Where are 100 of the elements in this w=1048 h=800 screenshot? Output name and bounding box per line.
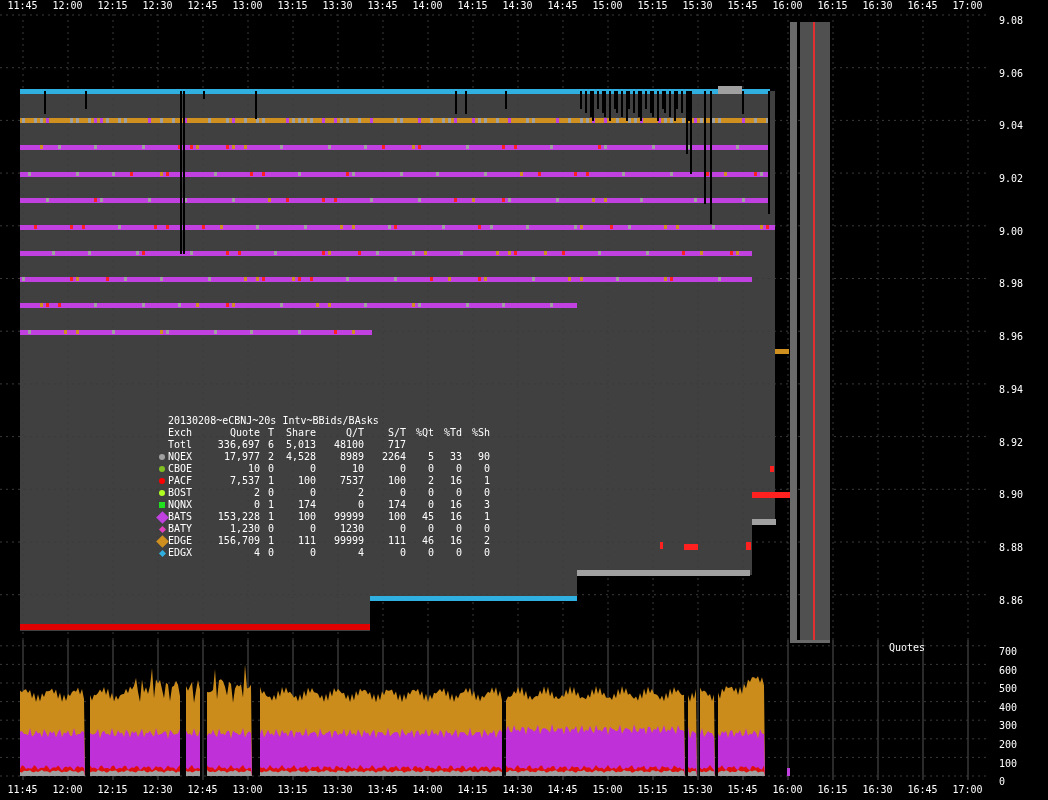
quotes-axis-title: Quotes xyxy=(888,642,925,654)
exchange-name: Totl xyxy=(168,439,194,451)
price-axis-label: 8.90 xyxy=(999,489,1024,501)
legend-value: 0 xyxy=(308,463,316,475)
legend-value: 0 xyxy=(482,487,490,499)
legend-value: 100 xyxy=(386,511,406,523)
quote-axis-label: 200 xyxy=(999,738,1018,750)
legend-value: 0 xyxy=(454,463,462,475)
legend-value: 2 xyxy=(252,487,260,499)
time-axis-label: 16:00 xyxy=(772,784,803,796)
legend-value: 0 xyxy=(482,523,490,535)
legend-value: 0 xyxy=(398,523,406,535)
legend-value: 10 xyxy=(246,463,260,475)
time-axis-label: 17:00 xyxy=(952,784,983,796)
legend-title: 20130208~eCBNJ~20s Intv~BBids/BAsks xyxy=(168,415,380,427)
legend-value: 0 xyxy=(266,487,274,499)
exchange-name: EDGX xyxy=(168,547,194,559)
legend-value: 17,977 xyxy=(222,451,260,463)
legend-value: 336,697 xyxy=(216,439,260,451)
legend-value: 0 xyxy=(426,499,434,511)
legend-value: 0 xyxy=(308,547,316,559)
quote-axis-label: 300 xyxy=(999,720,1018,732)
legend-value: 0 xyxy=(356,499,364,511)
legend-value: 0 xyxy=(252,499,260,511)
legend-value: 0 xyxy=(426,487,434,499)
price-axis-label: 8.88 xyxy=(999,541,1024,553)
legend-column-header: S/T xyxy=(386,427,406,439)
legend-value: 100 xyxy=(296,475,316,487)
quote-axis-label: 700 xyxy=(999,646,1018,657)
legend-value: 6 xyxy=(266,439,274,451)
legend-column-header: Share xyxy=(284,427,316,439)
time-axis-label: 13:45 xyxy=(367,784,398,796)
time-axis-label: 12:30 xyxy=(142,0,173,12)
legend-value: 717 xyxy=(386,439,406,451)
time-axis-label: 12:00 xyxy=(52,0,83,12)
exchange-name: NQNX xyxy=(168,499,194,511)
time-axis-label: 11:45 xyxy=(7,0,38,12)
time-axis-label: 12:00 xyxy=(52,784,83,796)
legend-value: 10 xyxy=(350,463,364,475)
legend-value: 7,537 xyxy=(228,475,260,487)
legend-column-header: %Sh xyxy=(470,427,490,439)
quote-axis-label: 400 xyxy=(999,701,1018,713)
legend-value: 16 xyxy=(448,475,462,487)
exchange-name: CBOE xyxy=(168,463,194,475)
legend-value: 45 xyxy=(420,511,434,523)
time-axis-label: 15:45 xyxy=(727,784,758,796)
legend-value: 156,709 xyxy=(216,535,260,547)
time-axis-label: 16:00 xyxy=(772,0,803,12)
legend-value: 1 xyxy=(266,475,274,487)
legend-value: 3 xyxy=(482,499,490,511)
price-axis-label: 8.92 xyxy=(999,436,1024,448)
time-axis-label: 13:45 xyxy=(367,0,398,12)
quote-axis-label: 500 xyxy=(999,683,1018,695)
time-axis-label: 12:30 xyxy=(142,784,173,796)
legend-value: 16 xyxy=(448,511,462,523)
price-axis-label: 9.02 xyxy=(999,173,1024,185)
legend-value: 5 xyxy=(426,451,434,463)
time-axis-label: 16:15 xyxy=(817,784,848,796)
quote-axis-label: 0 xyxy=(999,776,1006,788)
legend-value: 33 xyxy=(448,451,462,463)
legend-value: 2264 xyxy=(380,451,406,463)
legend-value: 46 xyxy=(420,535,434,547)
legend-value: 100 xyxy=(296,511,316,523)
time-axis-label: 13:30 xyxy=(322,784,353,796)
time-axis-label: 11:45 xyxy=(7,784,38,796)
time-axis-label: 16:15 xyxy=(817,0,848,12)
price-axis-label: 8.94 xyxy=(999,383,1024,395)
time-axis-label: 13:30 xyxy=(322,0,353,12)
legend-value: 0 xyxy=(482,463,490,475)
legend-value: 0 xyxy=(308,487,316,499)
legend-column-header: T xyxy=(266,427,274,439)
legend-value: 111 xyxy=(386,535,406,547)
legend-value: 48100 xyxy=(332,439,364,451)
volume-mark xyxy=(787,768,790,776)
time-axis-label: 12:15 xyxy=(97,784,128,796)
legend-value: 0 xyxy=(482,547,490,559)
legend-value: 2 xyxy=(266,451,274,463)
legend-value: 1,230 xyxy=(228,523,260,535)
price-axis-label: 9.00 xyxy=(999,225,1024,237)
time-axis-label: 17:00 xyxy=(952,0,983,12)
legend-value: 100 xyxy=(386,475,406,487)
time-axis-label: 14:30 xyxy=(502,0,533,12)
time-axis-label: 14:30 xyxy=(502,784,533,796)
time-axis-label: 13:00 xyxy=(232,0,263,12)
legend-value: 16 xyxy=(448,535,462,547)
time-axis-label: 14:45 xyxy=(547,784,578,796)
price-axis-label: 9.04 xyxy=(999,120,1024,132)
legend-value: 153,228 xyxy=(216,511,260,523)
price-axis-label: 8.96 xyxy=(999,331,1024,343)
legend-value: 0 xyxy=(454,523,462,535)
legend-column-header: %Qt xyxy=(414,427,434,439)
time-axis-label: 14:00 xyxy=(412,0,443,12)
legend-value: 1 xyxy=(482,511,490,523)
time-axis-label: 13:15 xyxy=(277,0,308,12)
time-axis-label: 15:00 xyxy=(592,784,623,796)
price-axis-label: 8.86 xyxy=(999,594,1024,606)
legend-value: 8989 xyxy=(338,451,364,463)
legend-value: 174 xyxy=(296,499,316,511)
price-axis-label: 9.08 xyxy=(999,15,1024,26)
legend-value: 111 xyxy=(296,535,316,547)
